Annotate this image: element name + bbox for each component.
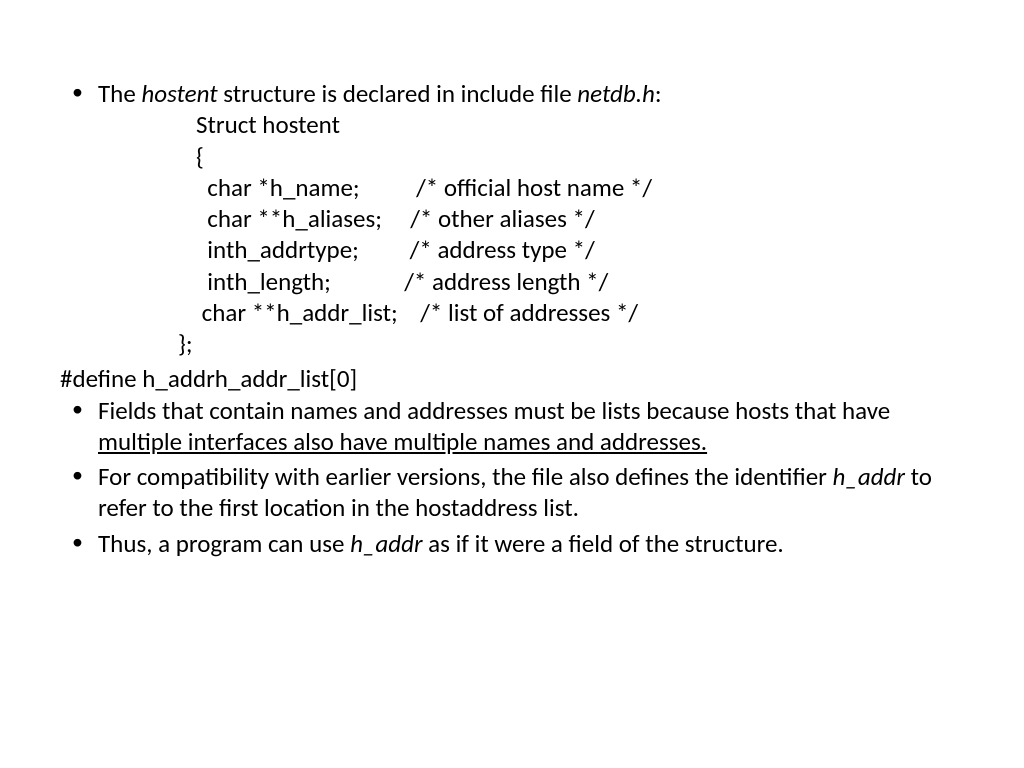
struct-line: char **h_aliases; /* other aliases */ (196, 203, 964, 234)
italic-haddr: h_addr (350, 528, 422, 559)
text: For compatibility with earlier versions,… (98, 461, 833, 492)
define-line: #define h_addrh_addr_list[0] (60, 363, 964, 394)
bullet-list: The hostent structure is declared in inc… (60, 78, 964, 359)
text: as if it were a field of the structure. (423, 528, 784, 559)
text: : (655, 78, 662, 109)
underlined-text: multiple interfaces also have multiple n… (98, 426, 707, 457)
bullet-item-3: For compatibility with earlier versions,… (60, 461, 964, 524)
struct-line: inth_length; /* address length */ (196, 266, 964, 297)
text: structure is declared in include file (218, 78, 578, 109)
text: Thus, a program can use (98, 528, 350, 559)
text: The (98, 78, 141, 109)
struct-block: Struct hostent { char *h_name; /* offici… (98, 109, 964, 328)
italic-haddr: h_addr (833, 461, 905, 492)
struct-line: char *h_name; /* official host name */ (196, 172, 964, 203)
bullet-list-cont: Fields that contain names and addresses … (60, 395, 964, 559)
bullet-item-4: Thus, a program can use h_addr as if it … (60, 528, 964, 559)
struct-line: Struct hostent (196, 109, 964, 140)
bullet-item-2: Fields that contain names and addresses … (60, 395, 964, 458)
italic-hostent: hostent (141, 78, 217, 109)
struct-close: }; (98, 328, 964, 359)
text: Fields that contain names and addresses … (98, 395, 890, 426)
slide-body: The hostent structure is declared in inc… (0, 0, 1024, 768)
struct-line: inth_addrtype; /* address type */ (196, 234, 964, 265)
struct-line: { (196, 141, 964, 172)
bullet-item-1: The hostent structure is declared in inc… (60, 78, 964, 359)
italic-netdb: netdb.h (577, 78, 655, 109)
struct-line: char **h_addr_list; /* list of addresses… (196, 297, 964, 328)
